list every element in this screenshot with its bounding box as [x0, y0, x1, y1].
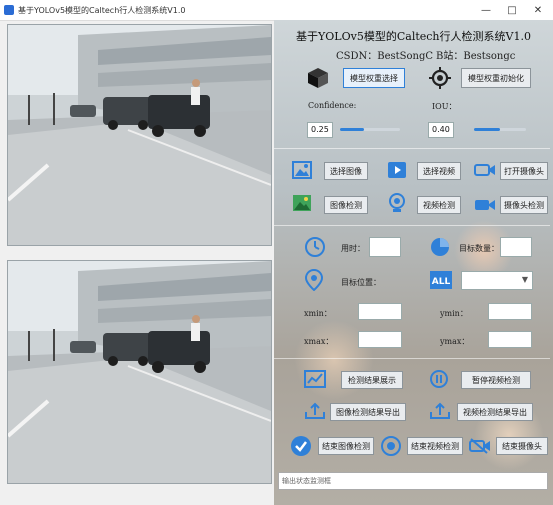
video-detect-button[interactable]: 视频检测: [417, 196, 461, 214]
export-image-results-button[interactable]: 图像检测结果导出: [330, 403, 406, 421]
app-icon: [4, 5, 14, 15]
image-icon: [292, 161, 312, 179]
select-video-button[interactable]: 选择视频: [417, 162, 461, 180]
window-controls: — □ ✕: [473, 0, 551, 20]
show-results-button[interactable]: 检测结果展示: [341, 371, 403, 389]
minimize-button[interactable]: —: [473, 0, 499, 20]
ymax-label: ymax：: [440, 337, 470, 346]
pause-video-detect-button[interactable]: 暂停视频检测: [461, 371, 531, 389]
maximize-button[interactable]: □: [499, 0, 525, 20]
system-title: 基于YOLOv5模型的Caltech行人检测系统V1.0: [296, 30, 531, 43]
target-count-field: [500, 237, 532, 257]
app-window: 基于YOLOv5模型的Caltech行人检测系统V1.0 — □ ✕ 基于YOL…: [0, 0, 553, 505]
end-image-detect-button[interactable]: 结束图像检测: [318, 437, 374, 455]
camera-icon: [474, 164, 495, 176]
status-output-box: 输出状态监测框: [278, 472, 548, 490]
video-file-icon: [388, 162, 406, 178]
confidence-slider-fill: [340, 128, 364, 131]
target-count-label: 目标数量：: [459, 244, 499, 253]
upload-icon: [305, 402, 325, 419]
pie-chart-icon: [431, 238, 449, 256]
xmax-field: [358, 331, 402, 348]
time-value-field: [369, 237, 401, 257]
ymin-label: ymin：: [440, 309, 468, 318]
cube-icon: [308, 68, 328, 88]
original-image-panel: [7, 24, 272, 246]
ymin-field: [488, 303, 532, 320]
location-pin-icon: [304, 269, 324, 291]
all-classes-icon: ALL: [430, 271, 452, 289]
svg-text:ALL: ALL: [432, 277, 451, 287]
webcam-icon: [389, 193, 405, 212]
control-panel: 基于YOLOv5模型的Caltech行人检测系统V1.0 CSDN：BestSo…: [274, 20, 553, 505]
street-scene-image: [8, 25, 271, 245]
camera-off-icon: [469, 438, 490, 454]
line-chart-icon: [304, 370, 326, 388]
open-camera-button[interactable]: 打开摄像头: [500, 162, 548, 180]
export-video-results-button[interactable]: 视频检测结果导出: [457, 403, 533, 421]
csdn-label: CSDN：BestSongC: [336, 51, 434, 62]
check-circle-icon: [291, 436, 311, 456]
xmax-label: xmax：: [304, 337, 334, 346]
time-label: 用时：: [341, 244, 365, 253]
landscape-image-icon: [293, 195, 311, 211]
model-weight-init-button[interactable]: 模型权重初始化: [461, 68, 531, 88]
target-icon: [429, 67, 451, 89]
title-bar: 基于YOLOv5模型的Caltech行人检测系统V1.0 — □ ✕: [0, 0, 553, 21]
detection-scene-image: [8, 261, 271, 483]
image-detect-button[interactable]: 图像检测: [324, 196, 368, 214]
model-weight-select-button[interactable]: 模型权重选择: [343, 68, 405, 88]
window-title: 基于YOLOv5模型的Caltech行人检测系统V1.0: [18, 5, 186, 15]
input-section-divider: [274, 148, 550, 149]
end-video-detect-button[interactable]: 结束视频检测: [407, 437, 463, 455]
detection-result-panel: [7, 260, 272, 484]
target-position-label: 目标位置：: [341, 278, 381, 287]
xmin-field: [358, 303, 402, 320]
clock-icon: [305, 237, 325, 257]
iou-slider-fill: [474, 128, 500, 131]
upload-icon: [430, 402, 450, 419]
confidence-spinbox[interactable]: 0.25: [307, 122, 333, 138]
confidence-label: Confidence:: [308, 101, 357, 110]
iou-label: IOU：: [432, 102, 457, 111]
bilibili-label: B站：Bestsongc: [436, 51, 516, 62]
select-image-button[interactable]: 选择图像: [324, 162, 368, 180]
class-select-dropdown[interactable]: ▼: [461, 271, 533, 290]
results-section-divider: [274, 225, 550, 226]
pause-icon: [430, 370, 448, 388]
chevron-down-icon: ▼: [521, 275, 528, 284]
iou-spinbox[interactable]: 0.40: [428, 122, 454, 138]
ymax-field: [488, 331, 532, 348]
confidence-slider[interactable]: [340, 128, 400, 131]
camera-detect-button[interactable]: 摄像头检测: [500, 196, 548, 214]
video-camera-icon: [475, 200, 495, 210]
close-button[interactable]: ✕: [525, 0, 551, 20]
actions-section-divider: [274, 358, 550, 359]
stop-circle-icon: [381, 436, 401, 456]
end-camera-button[interactable]: 结束摄像头: [496, 437, 548, 455]
iou-slider[interactable]: [474, 128, 526, 131]
xmin-label: xmin：: [304, 309, 332, 318]
